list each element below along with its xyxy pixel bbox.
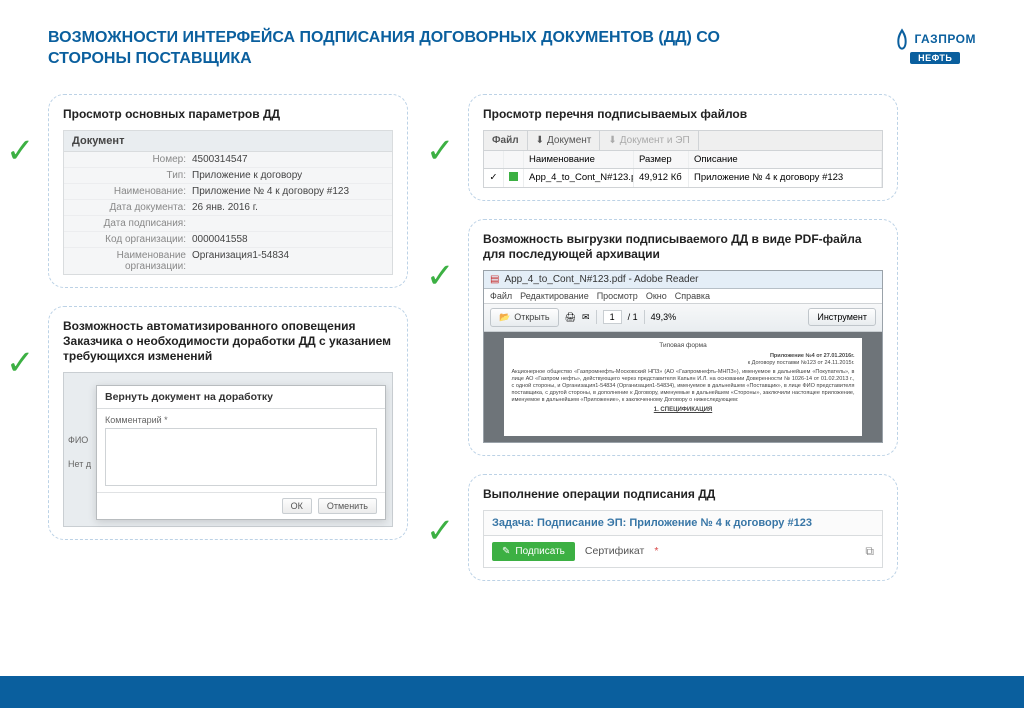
panel-pdf-export: Возможность выгрузки подписываемого ДД в…: [468, 219, 898, 456]
panel3-title: Просмотр перечня подписываемых файлов: [483, 107, 883, 122]
check-icon: ✓: [426, 514, 462, 548]
logo-subtext: НЕФТЬ: [910, 52, 960, 64]
certificate-label: Сертификат: [585, 545, 644, 557]
check-icon: ✓: [6, 346, 42, 380]
doc-value: 26 янв. 2016 г.: [192, 202, 384, 213]
doc-text: Акционерное общество «Газпромнефть-Моско…: [512, 369, 855, 403]
panel-signing: Выполнение операции подписания ДД Задача…: [468, 474, 898, 581]
panel5-title: Выполнение операции подписания ДД: [483, 487, 883, 502]
signing-task: Задача: Подписание ЭП: Приложение № 4 к …: [483, 510, 883, 536]
menu-edit[interactable]: Редактирование: [520, 291, 589, 301]
ok-button[interactable]: ОК: [282, 498, 312, 514]
panel4-title: Возможность выгрузки подписываемого ДД в…: [483, 232, 883, 262]
comment-textarea[interactable]: [105, 428, 377, 486]
col-size: Размер: [634, 151, 689, 168]
doc-appendix: Приложение №4 от 27.01.2016г.: [770, 353, 855, 359]
menu-view[interactable]: Просмотр: [597, 291, 638, 301]
page-title: ВОЗМОЖНОСТИ ИНТЕРФЕЙСА ПОДПИСАНИЯ ДОГОВО…: [48, 28, 798, 70]
file-tab[interactable]: Файл: [484, 131, 528, 150]
print-icon[interactable]: 🖨: [565, 312, 576, 323]
check-icon: ✓: [6, 134, 42, 168]
panel-file-list: Просмотр перечня подписываемых файлов Фа…: [468, 94, 898, 201]
status-icon: [504, 169, 524, 187]
panel2-title: Возможность автоматизированного оповещен…: [63, 319, 393, 364]
doc-value: 0000041558: [192, 234, 384, 245]
menu-file[interactable]: Файл: [490, 291, 512, 301]
page-current: 1: [603, 310, 622, 324]
row-check: ✓: [484, 169, 504, 187]
doc-section: 1. СПЕЦИФИКАЦИЯ: [512, 407, 855, 415]
file-row[interactable]: ✓ App_4_to_Cont_N#123.pdf 49,912 Кб Прил…: [483, 169, 883, 188]
doc-label: Номер:: [72, 154, 192, 165]
panel-parameters: Просмотр основных параметров ДД Документ…: [48, 94, 408, 288]
col-status: [504, 151, 524, 168]
download-doc-button[interactable]: ⬇Документ: [528, 131, 601, 150]
doc-label: Дата подписания:: [72, 218, 192, 229]
doc-contract: к Договору поставки №123 от 24.11.2015г.: [748, 360, 855, 366]
doc-label: Тип:: [72, 170, 192, 181]
file-desc: Приложение № 4 к договору #123: [689, 169, 882, 187]
col-desc: Описание: [689, 151, 882, 168]
brand-logo: ГАЗПРОМ НЕФТЬ: [894, 28, 976, 64]
sidebar-label: Нет д: [68, 459, 92, 469]
file-name: App_4_to_Cont_N#123.pdf: [524, 169, 634, 187]
label: Документ и ЭП: [620, 135, 690, 146]
label: Документ: [547, 135, 591, 146]
menu-help[interactable]: Справка: [675, 291, 710, 301]
page-total: / 1: [628, 312, 638, 322]
label: Подписать: [515, 546, 565, 557]
doc-label: Наименование:: [72, 186, 192, 197]
label: Открыть: [514, 312, 549, 322]
pencil-icon: ✎: [502, 546, 510, 557]
check-icon: ✓: [426, 134, 462, 168]
doc-value: Приложение № 4 к договору #123: [192, 186, 384, 197]
window-title: App_4_to_Cont_N#123.pdf - Adobe Reader: [504, 274, 698, 285]
check-icon: ✓: [426, 259, 462, 293]
file-size: 49,912 Кб: [634, 169, 689, 187]
col-check: [484, 151, 504, 168]
doc-value: Организация1-54834: [192, 250, 384, 272]
menu-window[interactable]: Окно: [646, 291, 667, 301]
col-name: Наименование: [524, 151, 634, 168]
mail-icon[interactable]: ✉: [582, 312, 590, 323]
sidebar-label: ФИО: [68, 435, 92, 445]
doc-value: [192, 218, 384, 229]
return-dialog: Вернуть документ на доработку Комментари…: [96, 385, 386, 520]
doc-label: Наименование организации:: [72, 250, 192, 272]
required-asterisk: *: [654, 545, 658, 557]
zoom-level: 49,3%: [651, 312, 677, 322]
footer-band: [0, 676, 1024, 708]
logo-text: ГАЗПРОМ: [914, 32, 976, 46]
copy-icon[interactable]: ⧉: [865, 544, 874, 559]
doc-label: Дата документа:: [72, 202, 192, 213]
pdf-icon: ▤: [490, 274, 499, 285]
download-doc-ep-button[interactable]: ⬇Документ и ЭП: [600, 131, 698, 150]
pdf-page-content: Типовая форма Приложение №4 от 27.01.201…: [504, 338, 863, 436]
dialog-title: Вернуть документ на доработку: [97, 386, 385, 409]
sign-button[interactable]: ✎ Подписать: [492, 542, 575, 561]
flame-icon: [894, 28, 910, 50]
doc-form: Типовая форма: [512, 342, 855, 350]
doc-value: Приложение к договору: [192, 170, 384, 181]
panel1-title: Просмотр основных параметров ДД: [63, 107, 393, 122]
doc-label: Код организации:: [72, 234, 192, 245]
tools-button[interactable]: Инструмент: [808, 308, 876, 326]
comment-label: Комментарий *: [105, 415, 168, 425]
doc-value: 4500314547: [192, 154, 384, 165]
document-header: Документ: [64, 131, 392, 152]
open-button[interactable]: 📂 Открыть: [490, 308, 559, 327]
cancel-button[interactable]: Отменить: [318, 498, 377, 514]
panel-return: Возможность автоматизированного оповещен…: [48, 306, 408, 540]
